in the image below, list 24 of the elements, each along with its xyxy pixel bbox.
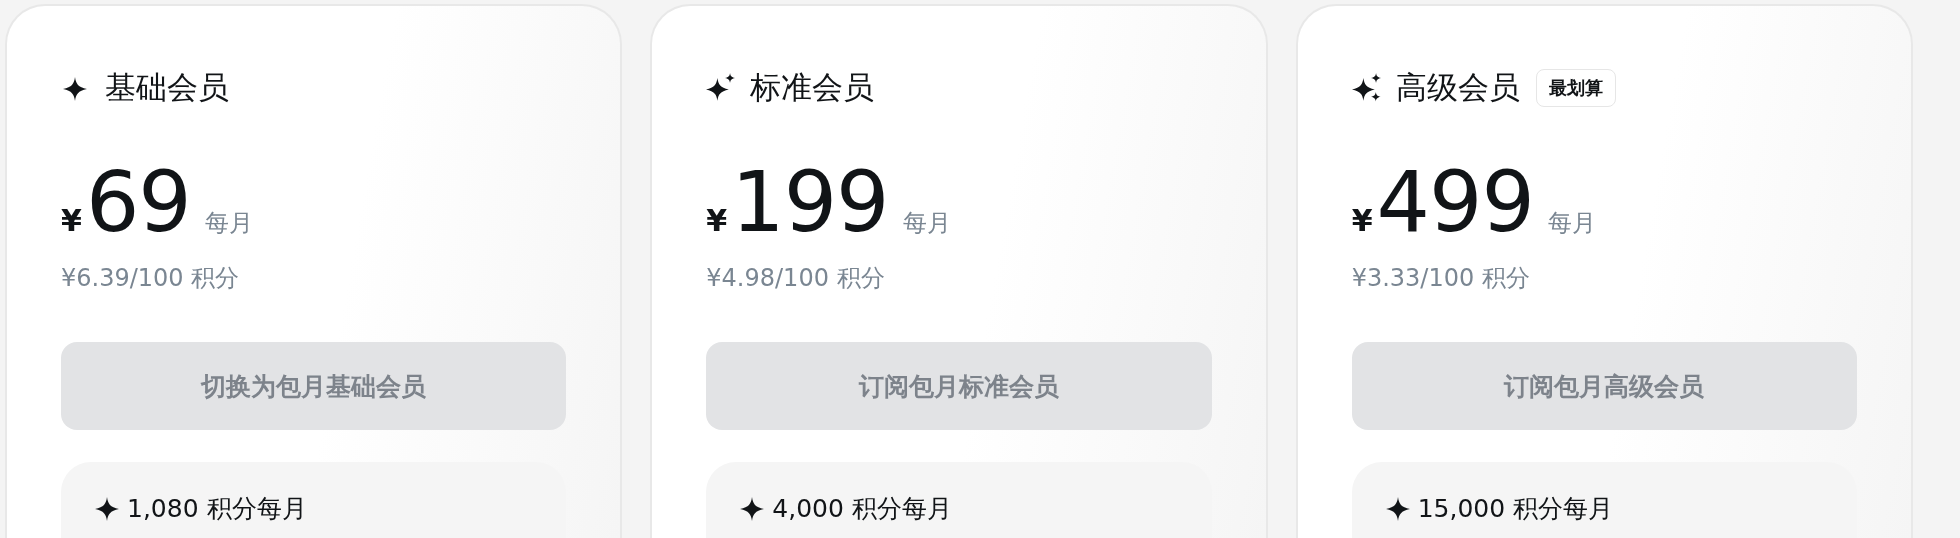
billing-period: 每月 xyxy=(1547,208,1596,239)
sparkle-icon xyxy=(1351,73,1382,103)
best-value-badge: 最划算 xyxy=(1535,69,1616,107)
billing-period: 每月 xyxy=(204,208,253,239)
price: 199 xyxy=(731,160,889,244)
unit-price: ¥4.98/100 积分 xyxy=(706,263,886,294)
feature-text: 4,000 积分每月 xyxy=(772,493,952,525)
feature-text: 15,000 积分每月 xyxy=(1417,493,1614,525)
currency-symbol: ¥ xyxy=(61,203,82,238)
sparkle-icon xyxy=(95,496,119,521)
plan-name: 标准会员 xyxy=(750,68,875,107)
currency-symbol: ¥ xyxy=(1351,203,1373,238)
sparkle-icon xyxy=(740,496,765,521)
price: 69 xyxy=(85,160,191,244)
billing-period: 每月 xyxy=(902,208,951,239)
unit-price: ¥6.39/100 积分 xyxy=(61,263,241,294)
plan-name: 基础会员 xyxy=(105,68,229,107)
sparkle-icon xyxy=(1385,496,1410,521)
plan-name: 高级会员 xyxy=(1395,68,1520,107)
sparkle-icon xyxy=(706,73,737,103)
price: 499 xyxy=(1376,160,1534,244)
unit-price: ¥3.33/100 积分 xyxy=(1351,263,1531,294)
feature-text: 1,080 积分每月 xyxy=(127,493,307,525)
currency-symbol: ¥ xyxy=(706,203,728,238)
